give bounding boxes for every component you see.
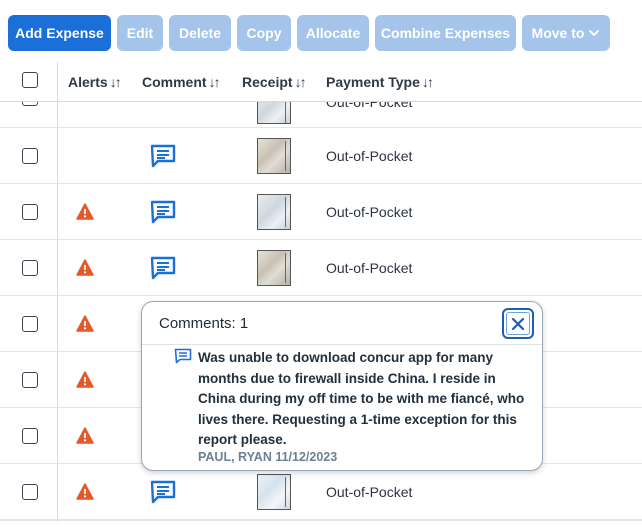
receipt-thumbnail[interactable] [257,138,291,174]
payment-type-cell: Out-of-Pocket [326,148,413,164]
comments-popover: Comments: 1 Was unable to download concu… [141,301,543,471]
receipt-thumbnail[interactable] [257,250,291,286]
add-expense-button[interactable]: Add Expense [8,15,111,51]
comment-icon[interactable] [150,480,176,504]
copy-button[interactable]: Copy [237,15,291,51]
payment-type-header-label: Payment Type [326,74,420,90]
chevron-down-icon [589,30,600,36]
comment-icon[interactable] [150,144,176,168]
table-row[interactable]: Out-of-Pocket [0,240,642,296]
column-header-alerts[interactable]: Alerts ↓↑ [68,62,122,102]
allocate-button[interactable]: Allocate [297,15,369,51]
popover-divider [142,344,542,345]
expense-toolbar: Add Expense Edit Delete Copy Allocate Co… [0,0,642,62]
payment-type-cell: Out-of-Pocket [326,260,413,276]
sort-icon: ↓↑ [294,74,307,90]
popover-title: Comments: 1 [159,315,249,332]
move-to-label: Move to [531,25,585,41]
receipt-thumbnail[interactable] [257,474,291,510]
row-checkbox[interactable] [22,260,38,276]
column-header-receipt[interactable]: Receipt ↓↑ [242,62,307,102]
column-header-comment[interactable]: Comment ↓↑ [142,62,221,102]
row-checkbox[interactable] [22,102,38,106]
edit-button[interactable]: Edit [117,15,163,51]
comment-icon [174,348,192,364]
table-row-partial[interactable]: Out-of-Pocket [0,102,642,128]
alert-warning-icon[interactable] [76,427,94,444]
alerts-header-label: Alerts [68,74,108,90]
close-icon [511,317,525,330]
alert-warning-icon[interactable] [76,483,94,500]
payment-type-cell: Out-of-Pocket [326,484,413,500]
column-header-payment-type[interactable]: Payment Type ↓↑ [326,62,434,102]
receipt-thumbnail[interactable] [257,194,291,230]
table-row[interactable]: Out-of-Pocket [0,464,642,520]
table-header: Alerts ↓↑ Comment ↓↑ Receipt ↓↑ Payment Typ… [0,62,642,102]
alert-warning-icon[interactable] [76,203,94,220]
sort-icon: ↓↑ [109,74,122,90]
table-bottom-border [0,520,642,521]
comment-text: Was unable to download concur app for ma… [198,350,525,447]
table-row[interactable]: Out-of-Pocket [0,184,642,240]
combine-expenses-button[interactable]: Combine Expenses [375,15,516,51]
delete-button[interactable]: Delete [169,15,231,51]
sort-icon: ↓↑ [421,74,434,90]
payment-type-cell: Out-of-Pocket [326,204,413,220]
row-checkbox[interactable] [22,148,38,164]
select-all-checkbox[interactable] [22,72,38,88]
comment-icon[interactable] [150,200,176,224]
comment-icon[interactable] [150,256,176,280]
row-checkbox[interactable] [22,428,38,444]
close-button[interactable] [502,308,534,339]
table-row[interactable]: Out-of-Pocket [0,128,642,184]
receipt-thumbnail[interactable] [257,102,291,124]
sort-icon: ↓↑ [208,74,221,90]
row-checkbox[interactable] [22,204,38,220]
receipt-header-label: Receipt [242,74,293,90]
row-checkbox[interactable] [22,316,38,332]
row-checkbox[interactable] [22,372,38,388]
alert-warning-icon[interactable] [76,371,94,388]
comment-author: PAUL, RYAN 11/12/2023 [198,450,338,464]
move-to-button[interactable]: Move to [522,15,610,51]
comment-header-label: Comment [142,74,207,90]
alert-warning-icon[interactable] [76,315,94,332]
payment-type-cell: Out-of-Pocket [326,102,413,110]
row-checkbox[interactable] [22,484,38,500]
alert-warning-icon[interactable] [76,259,94,276]
